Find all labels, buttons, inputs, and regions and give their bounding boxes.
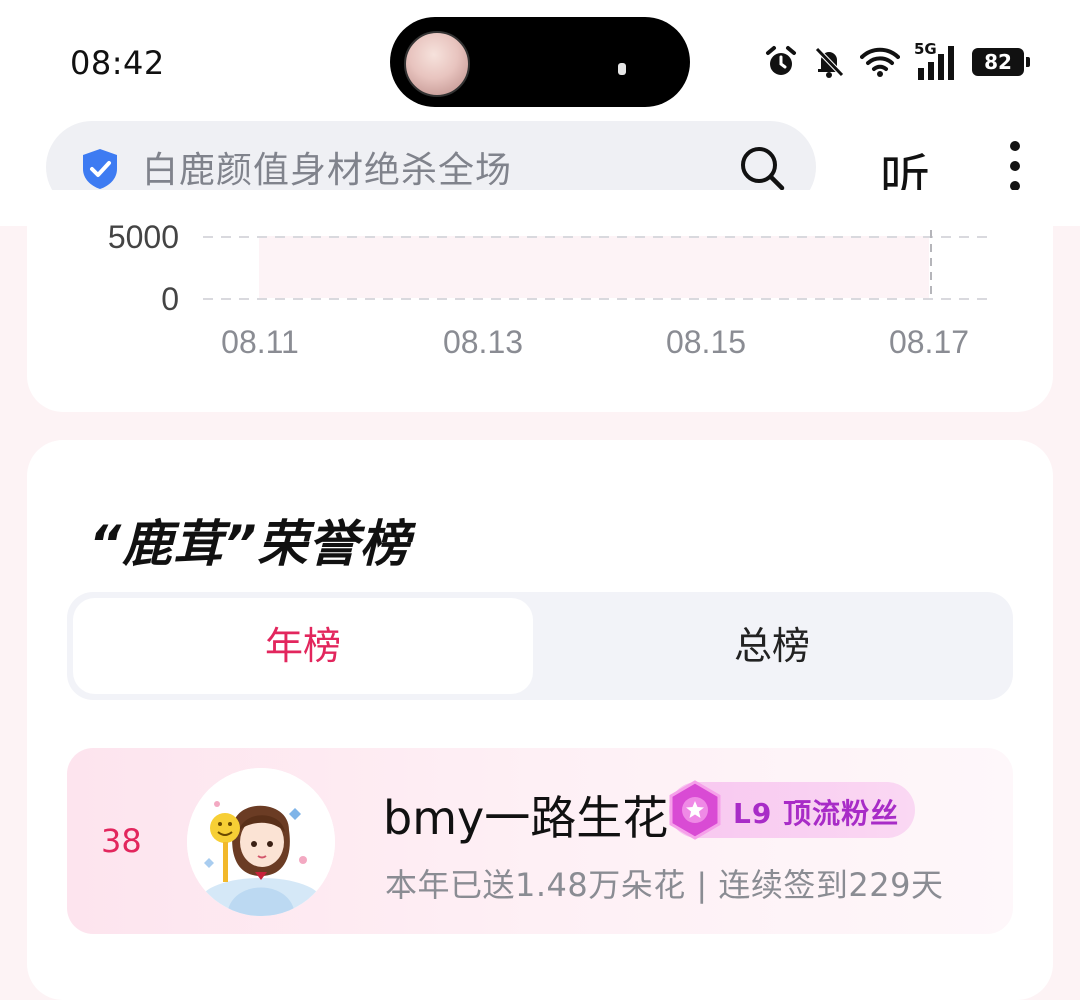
status-icons: 5G 82 <box>764 40 1030 82</box>
status-bar: 08:42 5G 82 <box>0 0 1080 118</box>
search-icon[interactable] <box>738 144 786 192</box>
hexagon-gem-icon <box>669 780 721 840</box>
ranking-row[interactable]: 38 bmy一路生花 L9 顶流粉丝 本年已送1.48万朵花 | 连续签到229… <box>67 748 1013 934</box>
mute-bell-icon <box>815 47 844 78</box>
trend-chart: 5000 0 08.11 08.13 08.15 08.17 <box>108 219 987 360</box>
now-playing-avatar <box>404 31 470 97</box>
dynamic-island[interactable] <box>390 17 690 107</box>
username[interactable]: bmy一路生花 <box>383 782 668 848</box>
x-tick-label: 08.17 <box>889 324 969 360</box>
cellular-signal-icon: 5G <box>914 40 958 80</box>
y-tick-label: 0 <box>161 281 179 317</box>
honor-board-card: “鹿茸”荣誉榜 年榜 总榜 38 bmy一路生花 L9 顶流粉丝 本年已送1.4… <box>27 440 1053 1000</box>
fan-level-label: L9 顶流粉丝 <box>733 797 900 830</box>
status-time: 08:42 <box>70 44 165 82</box>
x-tick-label: 08.15 <box>666 324 746 360</box>
shield-check-icon <box>83 149 117 189</box>
x-tick-label: 08.13 <box>443 324 523 360</box>
rank-number: 38 <box>101 822 142 860</box>
user-avatar[interactable] <box>187 768 335 916</box>
battery-indicator: 82 <box>972 48 1030 76</box>
avatar-illustration <box>187 768 335 916</box>
alarm-icon <box>766 46 796 75</box>
user-stats: 本年已送1.48万朵花 | 连续签到229天 <box>385 866 944 904</box>
chart-highlight-band <box>259 236 929 298</box>
tab-total[interactable]: 总榜 <box>537 598 1007 694</box>
tab-yearly[interactable]: 年榜 <box>73 598 533 694</box>
search-placeholder: 白鹿颜值身材绝杀全场 <box>142 150 513 191</box>
island-indicator <box>618 63 626 75</box>
wifi-icon <box>860 47 900 77</box>
honor-tabs: 年榜 总榜 <box>67 592 1013 700</box>
y-tick-label: 5000 <box>108 219 179 255</box>
x-tick-label: 08.11 <box>221 324 299 360</box>
honor-board-title: “鹿茸”荣誉榜 <box>89 515 411 573</box>
fan-level-badge: L9 顶流粉丝 <box>669 780 915 840</box>
trend-chart-card: 5000 0 08.11 08.13 08.15 08.17 <box>27 190 1053 412</box>
more-menu-icon[interactable] <box>1000 138 1030 194</box>
